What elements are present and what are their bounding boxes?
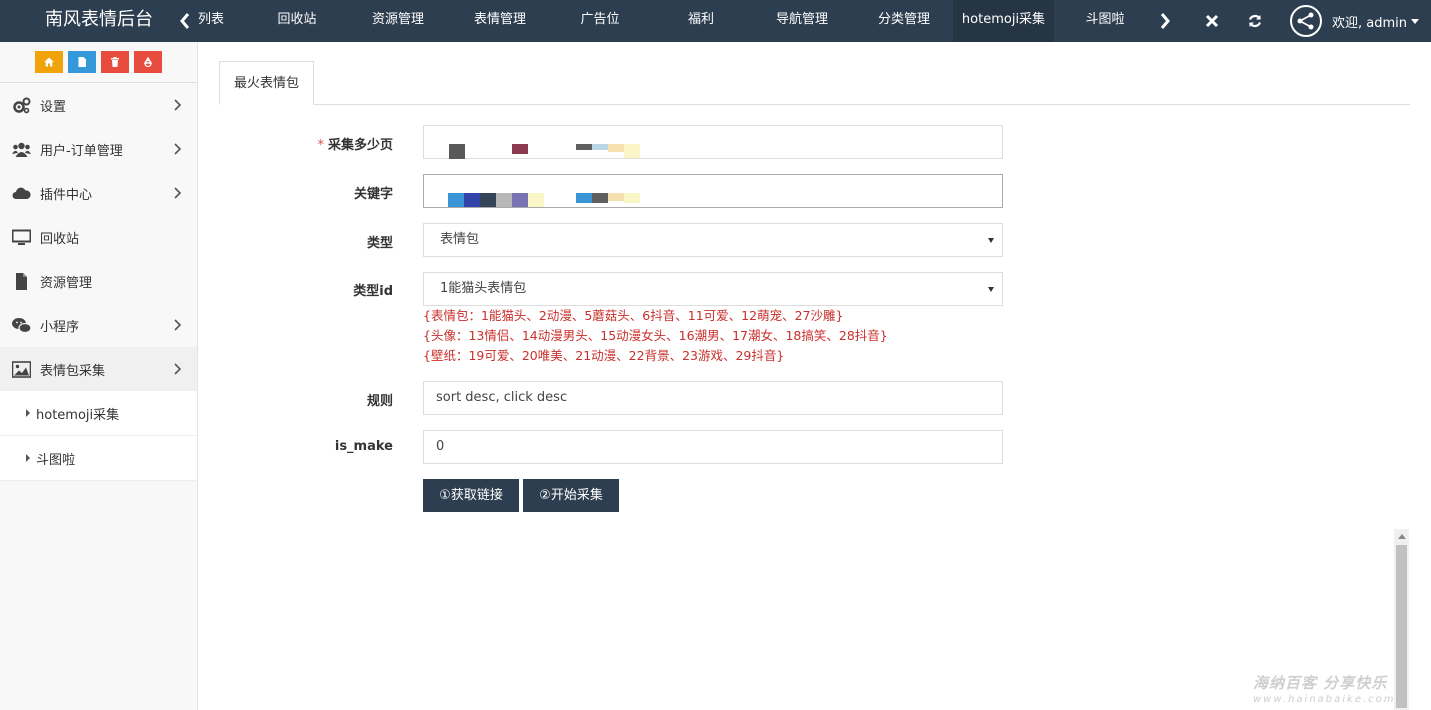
chevron-right-icon [174, 99, 181, 111]
image-icon [11, 360, 31, 378]
hint-wallpaper-ids: {壁纸：19可爱、20唯美、21动漫、22背景、23游戏、29抖音} [423, 348, 785, 363]
trash-shortcut-button[interactable] [101, 51, 129, 73]
type-select[interactable]: 表情包 [423, 223, 1003, 257]
sidebar-item-label: 表情包采集 [40, 363, 106, 379]
sidebar-item-settings[interactable]: 设置 [0, 83, 197, 127]
sidebar-subitem-label: 斗图啦 [36, 452, 76, 468]
sidebar-item-emoji-collect[interactable]: 表情包采集 [0, 347, 197, 391]
content-tabbar: 最火表情包 [219, 61, 1410, 105]
type-select-value: 表情包 [440, 232, 480, 247]
sidebar-item-plugins[interactable]: 插件中心 [0, 171, 197, 215]
tab-resource-manage[interactable]: 资源管理 [342, 0, 454, 42]
pages-input[interactable] [423, 125, 1003, 159]
trash-icon [111, 57, 119, 67]
home-shortcut-button[interactable] [35, 51, 63, 73]
top-navbar: 南风表情后台 列表 回收站 资源管理 表情管理 广告位 福利 导航管理 分类管理… [0, 0, 1431, 42]
rule-label: 规则 [366, 394, 393, 409]
type-label: 类型 [366, 236, 393, 251]
chevron-right-icon[interactable] [1153, 0, 1177, 42]
chevron-right-icon [174, 363, 181, 375]
sidebar-item-label: 用户-订单管理 [40, 143, 123, 159]
sidebar-submenu: hotemoji采集 斗图啦 [0, 391, 197, 481]
sidebar-subitem-label: hotemoji采集 [36, 407, 120, 423]
sidebar-item-label: 资源管理 [40, 275, 93, 291]
tab-recycle-bin[interactable]: 回收站 [252, 0, 342, 42]
tab-list[interactable]: 列表 [196, 0, 226, 42]
caret-down-icon [988, 238, 994, 243]
sidebar-item-recycle-bin[interactable]: 回收站 [0, 215, 197, 259]
caret-down-icon [988, 287, 994, 292]
tab-hottest-emoji[interactable]: 最火表情包 [219, 61, 315, 105]
chevron-left-icon[interactable] [173, 0, 197, 42]
wechat-icon [11, 316, 31, 334]
share-icon [1290, 5, 1322, 37]
main-content: 最火表情包 * 采集多少页 关键字 类型 表情包 类型id 1能猫头表情包 {表… [199, 42, 1431, 710]
file-icon [11, 272, 31, 290]
tab-ad-slot[interactable]: 广告位 [546, 0, 654, 42]
tab-category-manage[interactable]: 分类管理 [856, 0, 952, 42]
refresh-icon[interactable] [1240, 0, 1270, 42]
users-icon [11, 140, 31, 158]
sidebar-subitem-hotemoji[interactable]: hotemoji采集 [0, 391, 197, 436]
sidebar-subitem-doutula[interactable]: 斗图啦 [0, 436, 197, 481]
type-id-select-value: 1能猫头表情包 [440, 281, 527, 296]
cloud-icon [11, 184, 31, 202]
sidebar-item-label: 插件中心 [40, 187, 93, 203]
tab-welfare[interactable]: 福利 [654, 0, 748, 42]
close-icon[interactable] [1197, 0, 1227, 42]
chevron-right-icon [174, 319, 181, 331]
keyword-input[interactable] [423, 174, 1003, 208]
chevron-right-icon [174, 143, 181, 155]
watermark: 海纳百客 分享快乐 www.hainabaike.com [1253, 672, 1425, 705]
recycle-shortcut-button[interactable] [134, 51, 162, 73]
sidebar-item-users-orders[interactable]: 用户-订单管理 [0, 127, 197, 171]
sidebar-item-label: 设置 [40, 99, 67, 115]
watermark-text: 海纳百客 分享快乐 [1253, 674, 1388, 692]
get-links-button[interactable]: ①获取链接 [423, 479, 519, 512]
chevron-right-icon [174, 187, 181, 199]
shortcut-bar [0, 42, 197, 83]
caret-right-icon [26, 409, 30, 417]
hint-avatar-ids: {头像：13情侣、14动漫男头、15动漫女头、16潮男、17潮女、18搞笑、28… [423, 328, 888, 343]
type-id-select[interactable]: 1能猫头表情包 [423, 272, 1003, 306]
hint-emoji-ids: {表情包：1能猫头、2动漫、5蘑菇头、6抖音、11可爱、12萌宠、27沙雕} [423, 308, 844, 323]
tab-nav-manage[interactable]: 导航管理 [748, 0, 856, 42]
caret-right-icon [26, 454, 30, 462]
sidebar-item-resources[interactable]: 资源管理 [0, 259, 197, 303]
sidebar-item-label: 小程序 [40, 319, 80, 335]
caret-down-icon [1411, 18, 1419, 24]
type-id-label: 类型id [353, 284, 393, 299]
user-menu[interactable]: 欢迎, admin [1290, 0, 1419, 42]
sidebar: 设置 用户-订单管理 插件中心 回收站 资源管理 小程序 表情包采集 hotem… [0, 42, 198, 710]
is-make-label: is_make [334, 439, 393, 454]
sidebar-item-mini-program[interactable]: 小程序 [0, 303, 197, 347]
scroll-up-icon[interactable] [1398, 534, 1406, 539]
recycle-icon [143, 57, 153, 67]
gears-icon [11, 96, 31, 114]
sidebar-item-label: 回收站 [40, 231, 80, 247]
is-make-input[interactable]: 0 [423, 430, 1003, 464]
tab-doutula[interactable]: 斗图啦 [1056, 0, 1154, 42]
keyword-label: 关键字 [353, 187, 393, 202]
file-shortcut-button[interactable] [68, 51, 96, 73]
watermark-url: www.hainabaike.com [1253, 694, 1396, 705]
pages-label: * 采集多少页 [317, 138, 393, 153]
file-icon [78, 57, 86, 67]
welcome-text: 欢迎, admin [1332, 15, 1407, 31]
brand-title[interactable]: 南风表情后台 [0, 0, 198, 42]
monitor-icon [11, 228, 31, 246]
tab-hotemoji[interactable]: hotemoji采集 [953, 0, 1054, 42]
start-collect-button[interactable]: ②开始采集 [523, 479, 619, 512]
rule-input[interactable]: sort desc, click desc [423, 381, 1003, 415]
home-icon [44, 57, 54, 67]
tab-emoji-manage[interactable]: 表情管理 [454, 0, 546, 42]
